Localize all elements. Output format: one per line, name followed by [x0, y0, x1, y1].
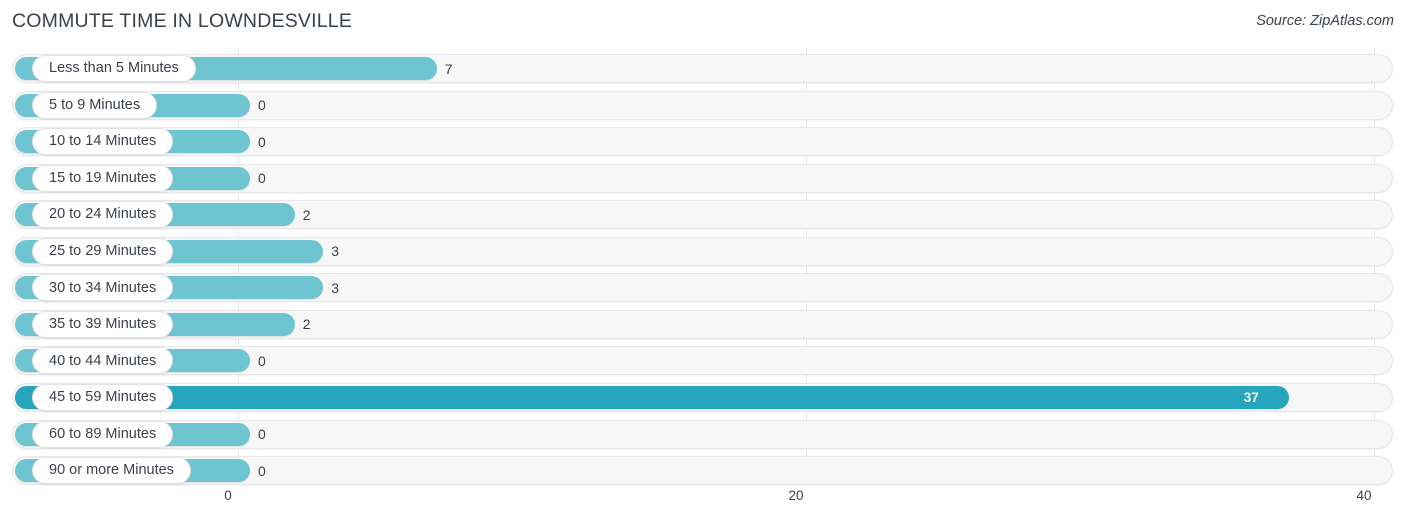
- bar-label: 35 to 39 Minutes: [49, 316, 157, 333]
- bar-label: 15 to 19 Minutes: [49, 169, 157, 186]
- bar-value-label: 2: [302, 206, 311, 223]
- bar-row[interactable]: 90 or more Minutes 0: [12, 456, 1393, 486]
- bar-label-pill: 40 to 44 Minutes: [32, 347, 174, 375]
- bar-row[interactable]: 30 to 34 Minutes 3: [12, 273, 1393, 303]
- bar-row[interactable]: 35 to 39 Minutes 2: [12, 309, 1393, 339]
- bar-label-pill: 10 to 14 Minutes: [32, 128, 174, 156]
- bar-label-pill: 20 to 24 Minutes: [32, 201, 174, 229]
- bar-value-label: 2: [302, 316, 311, 333]
- bar-label: 30 to 34 Minutes: [49, 279, 157, 296]
- bar-label-pill: 45 to 59 Minutes: [32, 383, 174, 411]
- bar-label: 25 to 29 Minutes: [49, 243, 157, 259]
- bar-label-pill: 5 to 9 Minutes: [32, 91, 158, 119]
- bar-label-pill: 30 to 34 Minutes: [32, 274, 174, 302]
- bar-label-pill: 60 to 89 Minutes: [32, 420, 174, 448]
- bar-row[interactable]: 20 to 24 Minutes 2: [12, 200, 1393, 230]
- bar-row[interactable]: 60 to 89 Minutes 0: [12, 419, 1393, 449]
- bar-row[interactable]: 10 to 14 Minutes 0: [12, 127, 1393, 157]
- page-title: COMMUTE TIME IN LOWNDESVILLE: [12, 10, 353, 32]
- bar-fill: [15, 385, 1289, 409]
- bar-row[interactable]: Less than 5 Minutes 7: [12, 54, 1393, 83]
- bar-row[interactable]: 5 to 9 Minutes 0: [12, 90, 1393, 120]
- x-axis: 0 20 40: [0, 486, 1406, 523]
- bar-row[interactable]: 25 to 29 Minutes 3: [12, 236, 1393, 266]
- bar-value-label: 0: [258, 97, 266, 114]
- bar-label-pill: 90 or more Minutes: [32, 457, 191, 485]
- bar-value-label: 0: [258, 426, 266, 442]
- bar-row[interactable]: 15 to 19 Minutes 0: [12, 163, 1393, 193]
- bar-label: 60 to 89 Minutes: [49, 425, 157, 442]
- bar-rows: Less than 5 Minutes 7 5 to 9 Minutes 0 10 to…: [0, 46, 1406, 486]
- bar-label: 10 to 14 Minutes: [49, 133, 157, 150]
- source-attribution: Source: ZipAtlas.com: [1256, 13, 1394, 29]
- bar-value-label: 0: [258, 133, 266, 150]
- bar-label: 40 to 44 Minutes: [49, 352, 157, 369]
- bar-value-label: 0: [258, 170, 266, 187]
- bar-value-label: 3: [331, 279, 339, 296]
- bar-label-pill: 15 to 19 Minutes: [32, 164, 174, 192]
- bar-label-pill: 25 to 29 Minutes: [32, 237, 174, 265]
- bar-label: 5 to 9 Minutes: [49, 96, 141, 113]
- bar-label: 20 to 24 Minutes: [49, 206, 157, 223]
- bar-label: 90 or more Minutes: [49, 462, 174, 479]
- axis-tick-label: 40: [1356, 488, 1372, 503]
- bar-label: Less than 5 Minutes: [49, 60, 179, 77]
- chart-header: COMMUTE TIME IN LOWNDESVILLE Source: Zip…: [0, 0, 1406, 46]
- bar-label-pill: Less than 5 Minutes: [32, 55, 196, 82]
- bar-row[interactable]: 45 to 59 Minutes 37: [12, 382, 1393, 412]
- chart-plot-area: Less than 5 Minutes 7 5 to 9 Minutes 0 10 to…: [0, 46, 1406, 486]
- bar-label-pill: 35 to 39 Minutes: [32, 310, 174, 338]
- bar-label: 45 to 59 Minutes: [49, 389, 157, 406]
- bar-value-label: 7: [444, 60, 453, 77]
- bar-value-label: 0: [258, 352, 266, 369]
- bar-value-label: 0: [258, 462, 266, 479]
- axis-tick-label: 20: [788, 488, 804, 503]
- bar-value-label: 37: [1243, 389, 1259, 405]
- bar-row[interactable]: 40 to 44 Minutes 0: [12, 346, 1393, 376]
- bar-value-label: 3: [331, 243, 339, 260]
- axis-tick-label: 0: [224, 488, 232, 503]
